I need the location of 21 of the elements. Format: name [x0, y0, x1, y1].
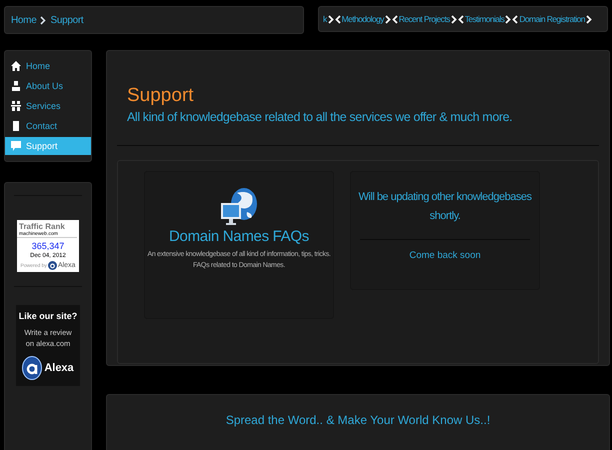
- top-link[interactable]: Recent Projects: [398, 14, 450, 24]
- banner-text: Spread the Word.. & Make Your World Know Us..!: [226, 413, 490, 429]
- widget-title: Like our site?: [18, 311, 78, 321]
- notice-link[interactable]: Come back soon: [409, 250, 481, 260]
- widget-title: Traffic Rank: [18, 222, 65, 231]
- notice-text: Will be updating other knowledgebases shortly.: [358, 190, 533, 224]
- breadcrumb-link[interactable]: Support: [50, 14, 84, 26]
- top-link[interactable]: Methodology: [342, 14, 384, 24]
- top-link[interactable]: Domain Registration: [519, 14, 585, 24]
- nav-item[interactable]: About Us: [5, 77, 91, 95]
- top-link[interactable]: k: [323, 14, 327, 24]
- nav-item[interactable]: Home: [5, 57, 91, 75]
- breadcrumb-link[interactable]: Home: [11, 14, 36, 26]
- brand-name: Alexa: [44, 362, 74, 374]
- nav-item[interactable]: Contact: [5, 117, 91, 135]
- top-link[interactable]: Testimonials: [464, 14, 504, 24]
- nav-item[interactable]: Services: [5, 97, 91, 115]
- page-subtitle: All kind of knowledgebase related to all the services we offer & much more.: [127, 110, 514, 124]
- card-title[interactable]: Domain Names FAQs: [169, 228, 309, 245]
- rank-value: 365,347: [32, 241, 64, 251]
- page-title: Support: [127, 85, 195, 107]
